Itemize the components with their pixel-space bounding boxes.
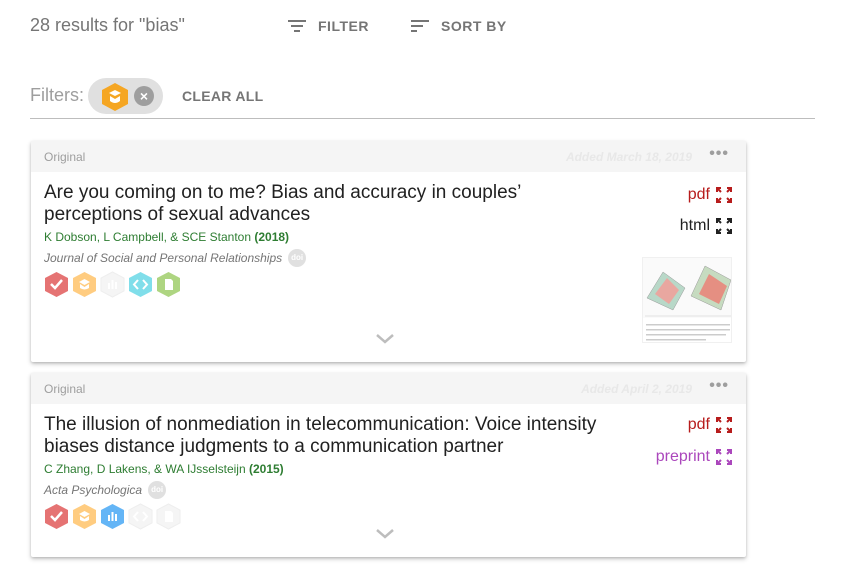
results-toolbar: 28 results for "bias" FILTER SORT BY <box>0 0 848 52</box>
supplement-icon[interactable] <box>156 503 181 530</box>
results-count: 28 results for "bias" <box>30 15 185 35</box>
materials-icon[interactable] <box>72 271 97 298</box>
card-header: Original Added April 2, 2019 ••• <box>31 373 746 404</box>
more-options-icon[interactable]: ••• <box>709 145 729 163</box>
remove-filter-icon[interactable]: × <box>134 86 154 106</box>
preprint-link-label: preprint <box>655 448 710 465</box>
open-materials-icon <box>102 83 128 111</box>
data-icon[interactable] <box>100 503 125 530</box>
date-added: Added April 2, 2019 <box>581 382 692 396</box>
fullscreen-icon <box>716 218 732 234</box>
preprint-link[interactable]: preprint <box>656 448 732 466</box>
doi-icon[interactable]: doi <box>148 481 167 499</box>
publication-year: (2015) <box>248 462 284 476</box>
publication-year: (2018) <box>254 230 290 244</box>
doi-icon[interactable]: doi <box>288 249 307 267</box>
article-authors: K Dobson, L Campbell, & SCE Stanton (201… <box>44 230 289 244</box>
preregistered-icon[interactable] <box>44 503 69 530</box>
more-options-icon[interactable]: ••• <box>709 377 729 395</box>
supplement-icon[interactable] <box>156 271 181 298</box>
pdf-link-label: pdf <box>687 186 710 203</box>
html-link-label: html <box>679 217 710 234</box>
active-filters: Filters: × CLEAR ALL <box>30 78 815 119</box>
clear-all-button[interactable]: CLEAR ALL <box>182 88 264 104</box>
badge-list <box>44 271 181 298</box>
code-icon[interactable] <box>128 271 153 298</box>
filter-button-label: FILTER <box>318 18 369 34</box>
filter-chip-open-materials[interactable]: × <box>88 78 163 114</box>
fullscreen-icon <box>716 187 732 203</box>
filters-label: Filters: <box>30 85 84 105</box>
article-type: Original <box>44 150 86 164</box>
sort-icon <box>411 20 429 32</box>
journal-name: Journal of Social and Personal Relations… <box>44 251 283 265</box>
date-added: Added March 18, 2019 <box>565 150 692 164</box>
preregistered-icon[interactable] <box>44 271 69 298</box>
article-type: Original <box>44 382 86 396</box>
filter-button[interactable]: FILTER <box>288 17 369 35</box>
figure-thumbnail[interactable] <box>642 257 732 343</box>
fullscreen-icon <box>716 449 732 465</box>
badge-list <box>44 503 181 530</box>
result-card: Original Added March 18, 2019 ••• Are yo… <box>31 141 746 362</box>
data-icon[interactable] <box>100 271 125 298</box>
fullscreen-icon <box>716 417 732 433</box>
authors-text: C Zhang, D Lakens, & WA IJsselsteijn <box>44 462 246 476</box>
code-icon[interactable] <box>128 503 153 530</box>
journal-name: Acta Psychologica <box>44 483 143 497</box>
materials-icon[interactable] <box>72 503 97 530</box>
expand-chevron-icon[interactable] <box>375 333 395 345</box>
article-title[interactable]: The illusion of nonmediation in telecomm… <box>44 414 634 458</box>
result-card: Original Added April 2, 2019 ••• The ill… <box>31 373 746 557</box>
pdf-link-label: pdf <box>687 416 710 433</box>
sort-button[interactable]: SORT BY <box>411 17 507 35</box>
pdf-link[interactable]: pdf <box>688 416 732 434</box>
filter-icon <box>288 20 306 32</box>
article-title[interactable]: Are you coming on to me? Bias and accura… <box>44 182 564 226</box>
html-link[interactable]: html <box>680 217 732 235</box>
sort-button-label: SORT BY <box>441 18 507 34</box>
pdf-link[interactable]: pdf <box>688 186 732 204</box>
article-journal: Acta Psychologica doi <box>44 481 167 499</box>
article-authors: C Zhang, D Lakens, & WA IJsselsteijn (20… <box>44 462 284 476</box>
authors-text: K Dobson, L Campbell, & SCE Stanton <box>44 230 251 244</box>
article-journal: Journal of Social and Personal Relations… <box>44 249 307 267</box>
expand-chevron-icon[interactable] <box>375 528 395 540</box>
card-header: Original Added March 18, 2019 ••• <box>31 141 746 172</box>
